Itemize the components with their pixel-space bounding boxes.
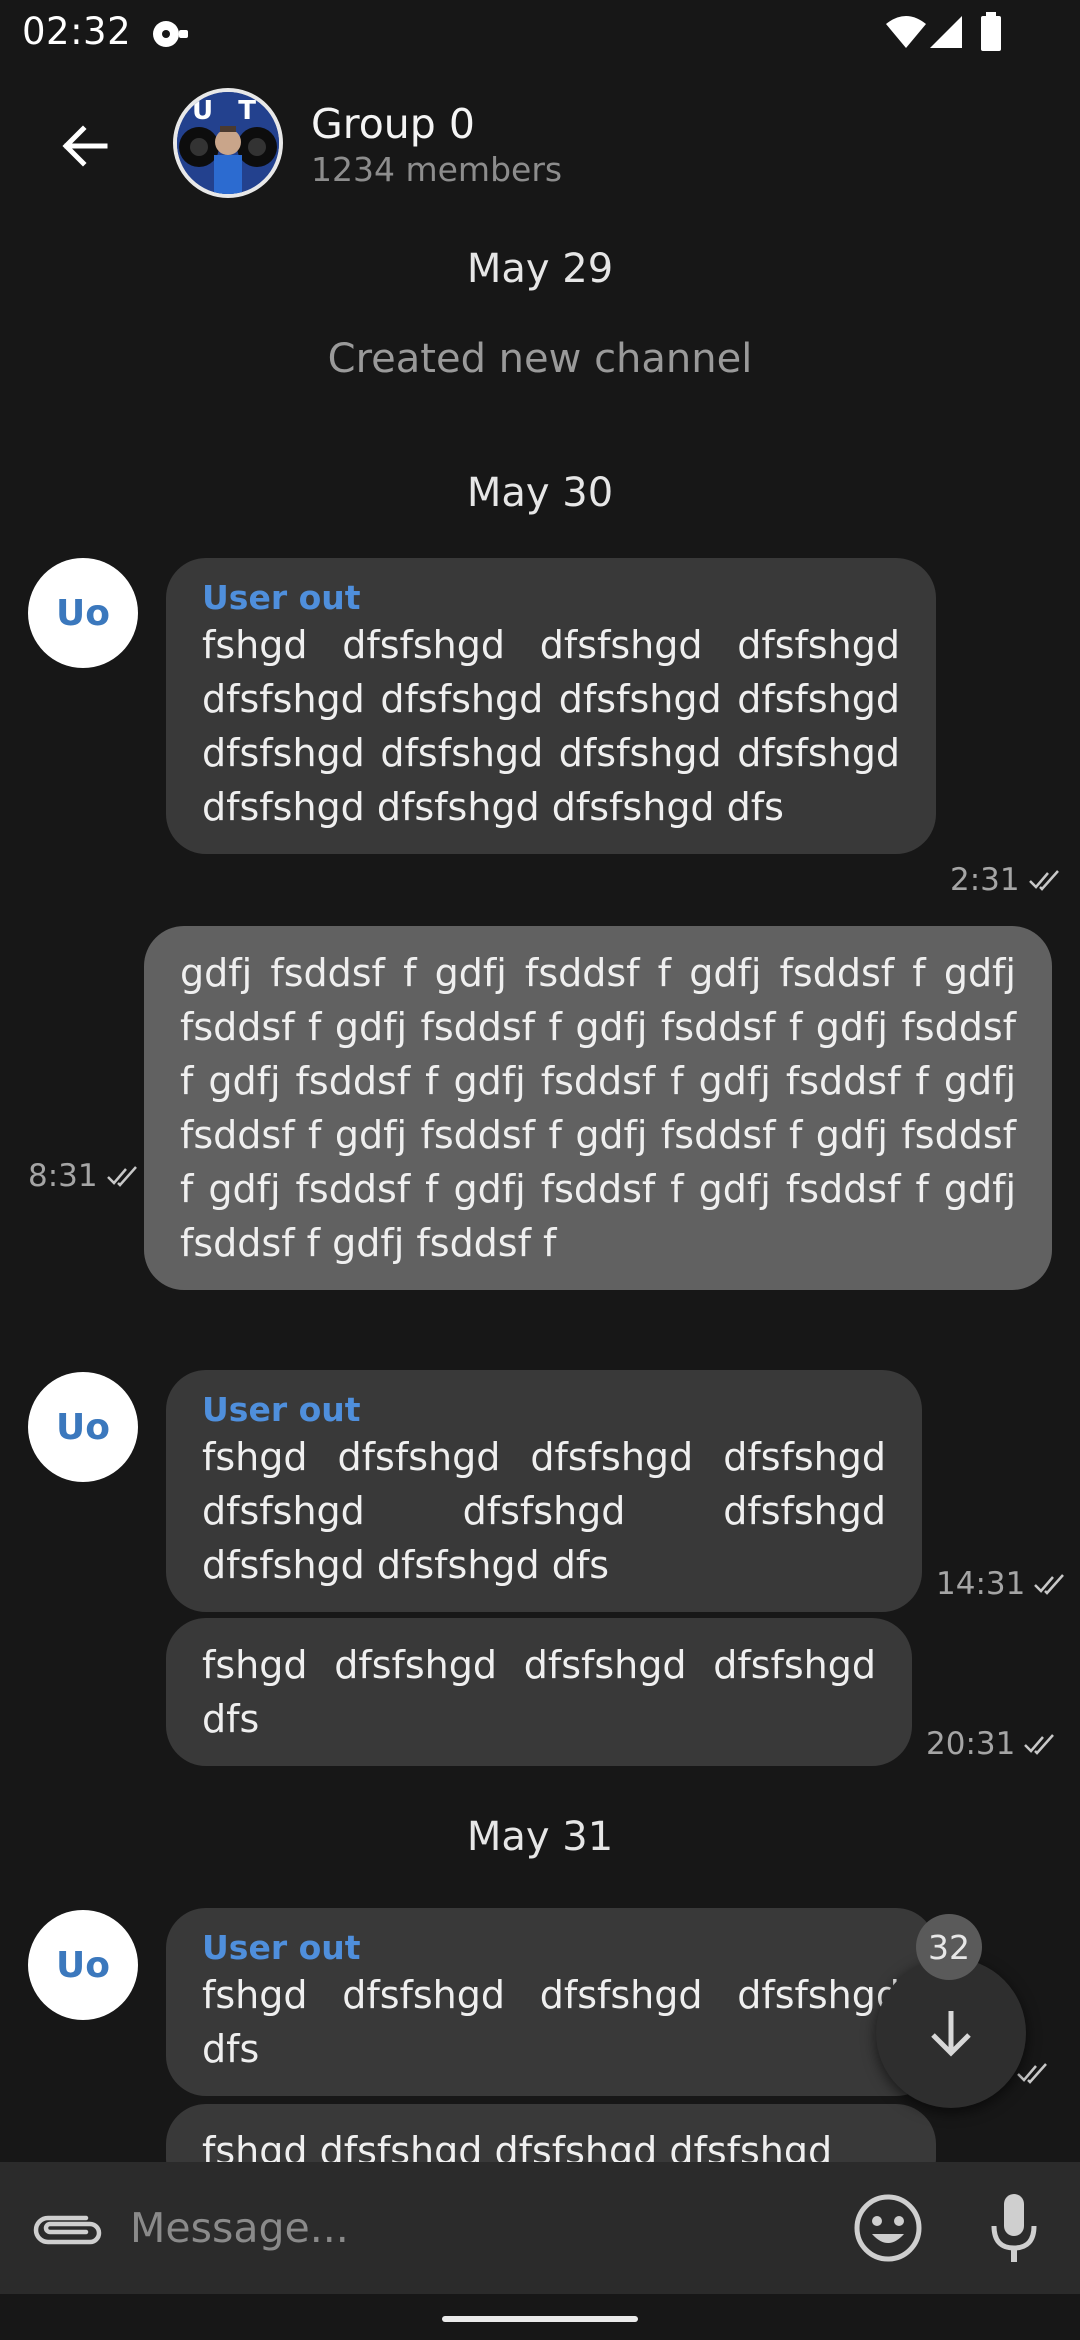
message-bubble[interactable]: User out fshgd dfsfshgd dfsfshgd dfsfshg… (166, 1908, 936, 2096)
battery-icon (980, 12, 1002, 56)
message-meta: 14:31 (936, 1566, 1067, 1602)
message-time: 8:31 (28, 1158, 98, 1194)
user-avatar[interactable]: Uo (28, 1372, 138, 1482)
sender-name[interactable]: User out (202, 1928, 900, 1968)
voice-record-button[interactable] (974, 2184, 1054, 2272)
chat-header: U T Group 0 1234 members (0, 66, 1080, 226)
system-navigation-bar (0, 2294, 1080, 2340)
arrow-down-icon (931, 2011, 971, 2057)
message-meta: 8:31 (28, 1158, 140, 1194)
message-time: 2:31 (950, 862, 1020, 898)
media-notification-icon (150, 16, 190, 56)
status-time: 02:32 (22, 10, 132, 53)
message-text: fshgd dfsfshgd dfsfshgd dfsfshgd dfs (202, 1643, 876, 1741)
chat-screen: 02:32 U T Group 0 1234 members May 29 Cr… (0, 0, 1080, 2340)
message-bubble[interactable]: fshgd dfsfshgd dfsfshgd dfsfshgd dfs (166, 1618, 912, 1766)
scroll-to-bottom-button[interactable] (876, 1958, 1026, 2108)
user-avatar[interactable]: Uo (28, 558, 138, 668)
user-avatar[interactable]: Uo (28, 1910, 138, 2020)
message-time: 14:31 (936, 1566, 1026, 1602)
cellular-signal-icon (928, 14, 964, 54)
message-list[interactable]: May 29 Created new channel May 30 Uo Use… (0, 226, 1080, 2162)
back-button[interactable] (48, 110, 120, 182)
date-separator: May 31 (466, 1814, 614, 1860)
message-bubble-outgoing[interactable]: gdfj fsddsf f gdfj fsddsf f gdfj fsddsf … (144, 926, 1052, 1290)
arrow-left-icon (62, 125, 108, 167)
unread-count-badge: 32 (916, 1914, 982, 1980)
message-bubble[interactable]: User out fshgd dfsfshgd dfsfshgd dfsfshg… (166, 558, 936, 854)
message-text: fshgd dfsfshgd dfsfshgd dfsfshgd (202, 2129, 833, 2162)
message-text: fshgd dfsfshgd dfsfshgd dfsfshgd dfsfshg… (202, 1435, 886, 1587)
double-check-icon (106, 1166, 137, 1187)
paperclip-icon (33, 2215, 102, 2245)
service-message: Created new channel (327, 336, 753, 382)
date-separator: May 29 (466, 246, 614, 292)
message-bubble[interactable]: User out fshgd dfsfshgd dfsfshgd dfsfshg… (166, 1370, 922, 1612)
group-avatar[interactable]: U T (173, 88, 283, 198)
emoji-button[interactable] (848, 2188, 928, 2268)
attach-button[interactable] (26, 2192, 110, 2264)
double-check-icon (1024, 1734, 1055, 1755)
group-avatar-text: U T (192, 96, 264, 126)
message-time: 20:31 (926, 1726, 1016, 1762)
status-bar: 02:32 (0, 0, 1080, 66)
sender-name[interactable]: User out (202, 1390, 886, 1430)
message-text: gdfj fsddsf f gdfj fsddsf f gdfj fsddsf … (180, 951, 1016, 1265)
message-input[interactable] (130, 2190, 830, 2266)
message-text: fshgd dfsfshgd dfsfshgd dfsfshgd dfs (202, 1973, 900, 2071)
microphone-icon (991, 2194, 1037, 2262)
home-gesture-handle[interactable] (442, 2316, 638, 2322)
double-check-icon (1034, 1574, 1065, 1595)
message-composer (0, 2162, 1080, 2294)
chat-title[interactable]: Group 0 (311, 100, 475, 148)
wifi-icon (884, 14, 928, 54)
message-meta: 20:31 (926, 1726, 1057, 1762)
double-check-icon (1028, 870, 1059, 891)
sender-name[interactable]: User out (202, 578, 900, 618)
message-text: fshgd dfsfshgd dfsfshgd dfsfshgd dfsfshg… (202, 623, 900, 829)
message-meta: 2:31 (950, 862, 1062, 898)
double-check-icon (1017, 2063, 1047, 2084)
member-count: 1234 members (311, 150, 563, 189)
date-separator: May 30 (466, 470, 614, 516)
message-bubble[interactable]: fshgd dfsfshgd dfsfshgd dfsfshgd (166, 2104, 936, 2162)
smiley-icon (854, 2194, 922, 2262)
message-meta (1016, 2062, 1050, 2084)
